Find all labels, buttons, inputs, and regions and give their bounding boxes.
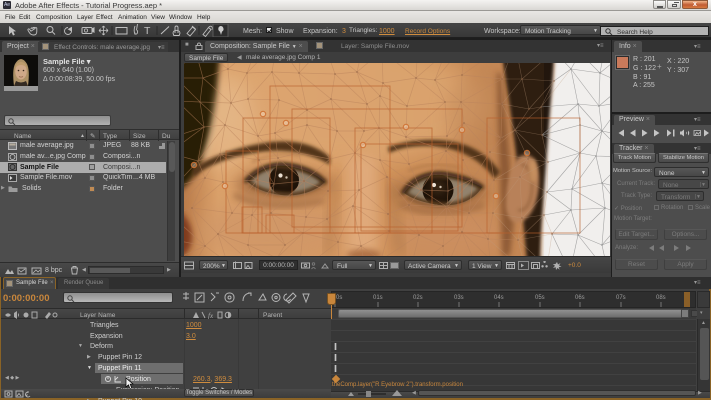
svg-text:fx: fx xyxy=(208,312,214,319)
svg-text:T: T xyxy=(144,25,151,37)
